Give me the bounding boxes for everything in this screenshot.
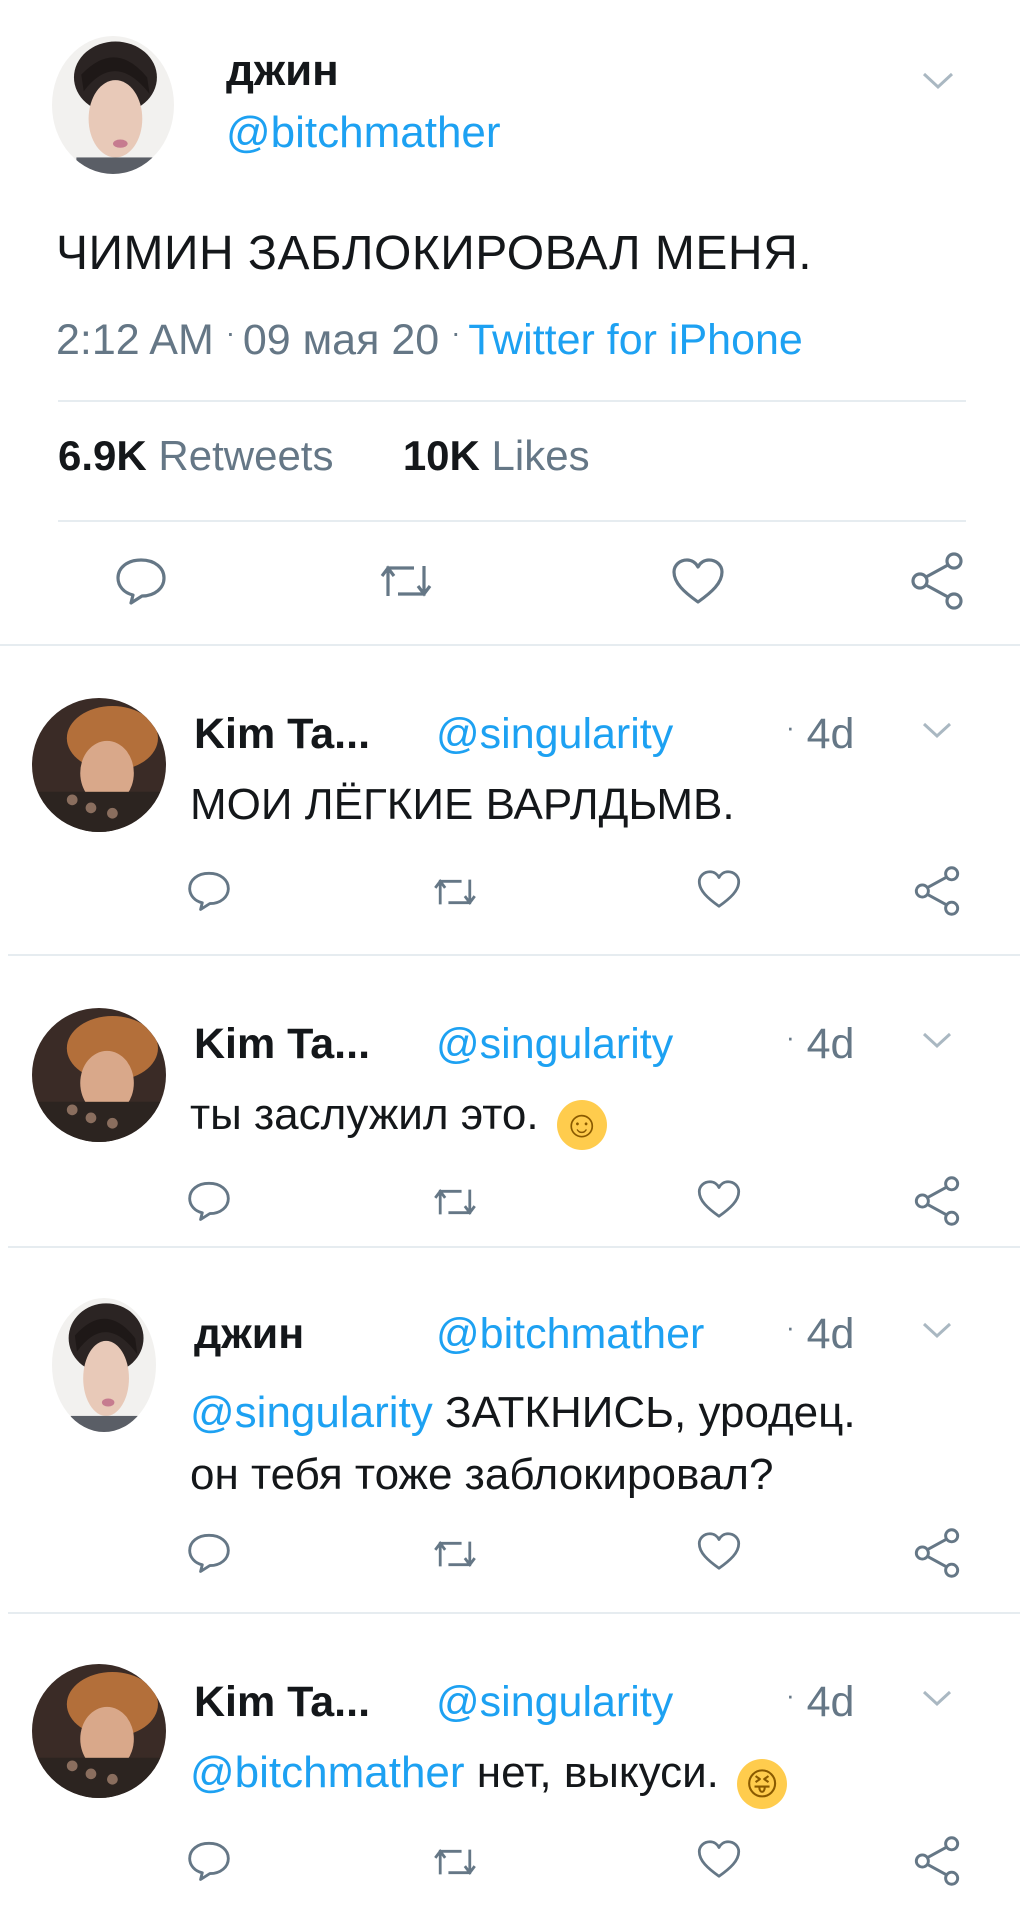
reply-body: ты заслужил это. bbox=[190, 1090, 539, 1139]
like-icon[interactable] bbox=[696, 1178, 742, 1220]
reply-age: · 4d bbox=[786, 1678, 855, 1726]
tweet-meta: 2:12 AM · 09 мая 20 · Twitter for iPhone bbox=[56, 316, 803, 365]
reply-handle[interactable]: @singularity bbox=[436, 710, 673, 759]
divider bbox=[8, 954, 1020, 956]
retweets-stat[interactable]: 6.9K Retweets bbox=[58, 432, 345, 479]
chevron-down-icon[interactable] bbox=[920, 70, 956, 92]
share-icon[interactable] bbox=[908, 550, 966, 612]
share-icon[interactable] bbox=[912, 1174, 962, 1228]
emoji-smiling: ☺ bbox=[556, 1100, 607, 1150]
like-icon[interactable] bbox=[696, 868, 742, 910]
divider bbox=[0, 644, 1020, 646]
reply-body-line2: он тебя тоже заблокировал? bbox=[190, 1450, 774, 1499]
reply-icon[interactable] bbox=[186, 1180, 232, 1222]
meta-separator: · bbox=[451, 317, 469, 348]
chevron-down-icon[interactable] bbox=[920, 1688, 954, 1708]
tweet-source-link[interactable]: Twitter for iPhone bbox=[468, 316, 803, 364]
author-display-name[interactable]: джин bbox=[226, 46, 339, 96]
avatar[interactable] bbox=[52, 36, 174, 174]
reply-text: @bitchmather нет, выкуси. 😝 bbox=[190, 1748, 788, 1809]
avatar[interactable] bbox=[32, 698, 166, 832]
reply-age-value: 4d bbox=[806, 1310, 855, 1358]
like-icon[interactable] bbox=[696, 1838, 742, 1880]
chevron-down-icon[interactable] bbox=[920, 1030, 954, 1050]
mention-link[interactable]: @bitchmather bbox=[190, 1748, 465, 1797]
likes-count: 10K bbox=[402, 432, 480, 479]
reply-body: ЗАТКНИСЬ, уродец. bbox=[445, 1388, 856, 1437]
chevron-down-icon[interactable] bbox=[920, 720, 954, 740]
reply-age-value: 4d bbox=[806, 1020, 855, 1068]
tweet-time: 2:12 AM bbox=[56, 316, 214, 364]
share-icon[interactable] bbox=[912, 864, 962, 918]
reply-icon[interactable] bbox=[186, 1532, 232, 1574]
avatar[interactable] bbox=[32, 1008, 166, 1142]
divider bbox=[8, 1246, 1020, 1248]
chevron-down-icon[interactable] bbox=[920, 1320, 954, 1340]
author-handle[interactable]: @bitchmather bbox=[226, 108, 501, 158]
retweet-icon[interactable] bbox=[378, 558, 434, 604]
share-icon[interactable] bbox=[912, 1526, 962, 1580]
tweet-text: ЧИМИН ЗАБЛОКИРОВАЛ МЕНЯ. bbox=[56, 227, 813, 280]
reply-body: МОИ ЛЁГКИЕ ВАРЛДЬМВ. bbox=[190, 780, 735, 829]
avatar[interactable] bbox=[32, 1664, 166, 1798]
reply-text: @singularity ЗАТКНИСЬ, уродец. он тебя т… bbox=[190, 1382, 856, 1506]
share-icon[interactable] bbox=[912, 1834, 962, 1888]
meta-separator: · bbox=[225, 317, 243, 348]
reply-text: МОИ ЛЁГКИЕ ВАРЛДЬМВ. bbox=[190, 780, 735, 830]
reply-display-name[interactable]: Kim Ta... bbox=[194, 1678, 370, 1727]
reply-display-name[interactable]: Kim Ta... bbox=[194, 710, 370, 759]
reply-handle[interactable]: @singularity bbox=[436, 1020, 673, 1069]
retweet-icon[interactable] bbox=[432, 872, 478, 912]
reply-display-name[interactable]: джин bbox=[194, 1310, 304, 1359]
reply-age-value: 4d bbox=[806, 1678, 855, 1726]
tweet-date: 09 мая 20 bbox=[242, 316, 440, 364]
reply-body: нет, выкуси. bbox=[476, 1748, 719, 1797]
divider bbox=[8, 1612, 1020, 1614]
reply-age-value: 4d bbox=[806, 710, 855, 758]
like-icon[interactable] bbox=[670, 556, 726, 606]
reply-text: ты заслужил это. ☺ bbox=[190, 1090, 607, 1150]
retweets-count: 6.9K bbox=[58, 432, 147, 479]
reply-age: · 4d bbox=[786, 1020, 855, 1068]
divider bbox=[58, 400, 966, 402]
retweets-label: Retweets bbox=[158, 432, 334, 479]
tweet-stats: 6.9K Retweets 10K Likes bbox=[58, 432, 590, 480]
retweet-icon[interactable] bbox=[432, 1182, 478, 1222]
divider bbox=[58, 520, 966, 522]
reply-display-name[interactable]: Kim Ta... bbox=[194, 1020, 370, 1069]
likes-stat[interactable]: 10K Likes bbox=[403, 432, 590, 479]
retweet-icon[interactable] bbox=[432, 1842, 478, 1882]
reply-handle[interactable]: @bitchmather bbox=[436, 1310, 704, 1359]
avatar[interactable] bbox=[52, 1298, 156, 1432]
reply-handle[interactable]: @singularity bbox=[436, 1678, 673, 1727]
likes-label: Likes bbox=[491, 432, 590, 479]
like-icon[interactable] bbox=[696, 1530, 742, 1572]
reply-icon[interactable] bbox=[114, 556, 168, 606]
retweet-icon[interactable] bbox=[432, 1534, 478, 1574]
reply-age: · 4d bbox=[786, 710, 855, 758]
reply-icon[interactable] bbox=[186, 870, 232, 912]
mention-link[interactable]: @singularity bbox=[190, 1388, 433, 1437]
reply-age: · 4d bbox=[786, 1310, 855, 1358]
emoji-tongue: 😝 bbox=[737, 1759, 788, 1809]
reply-icon[interactable] bbox=[186, 1840, 232, 1882]
